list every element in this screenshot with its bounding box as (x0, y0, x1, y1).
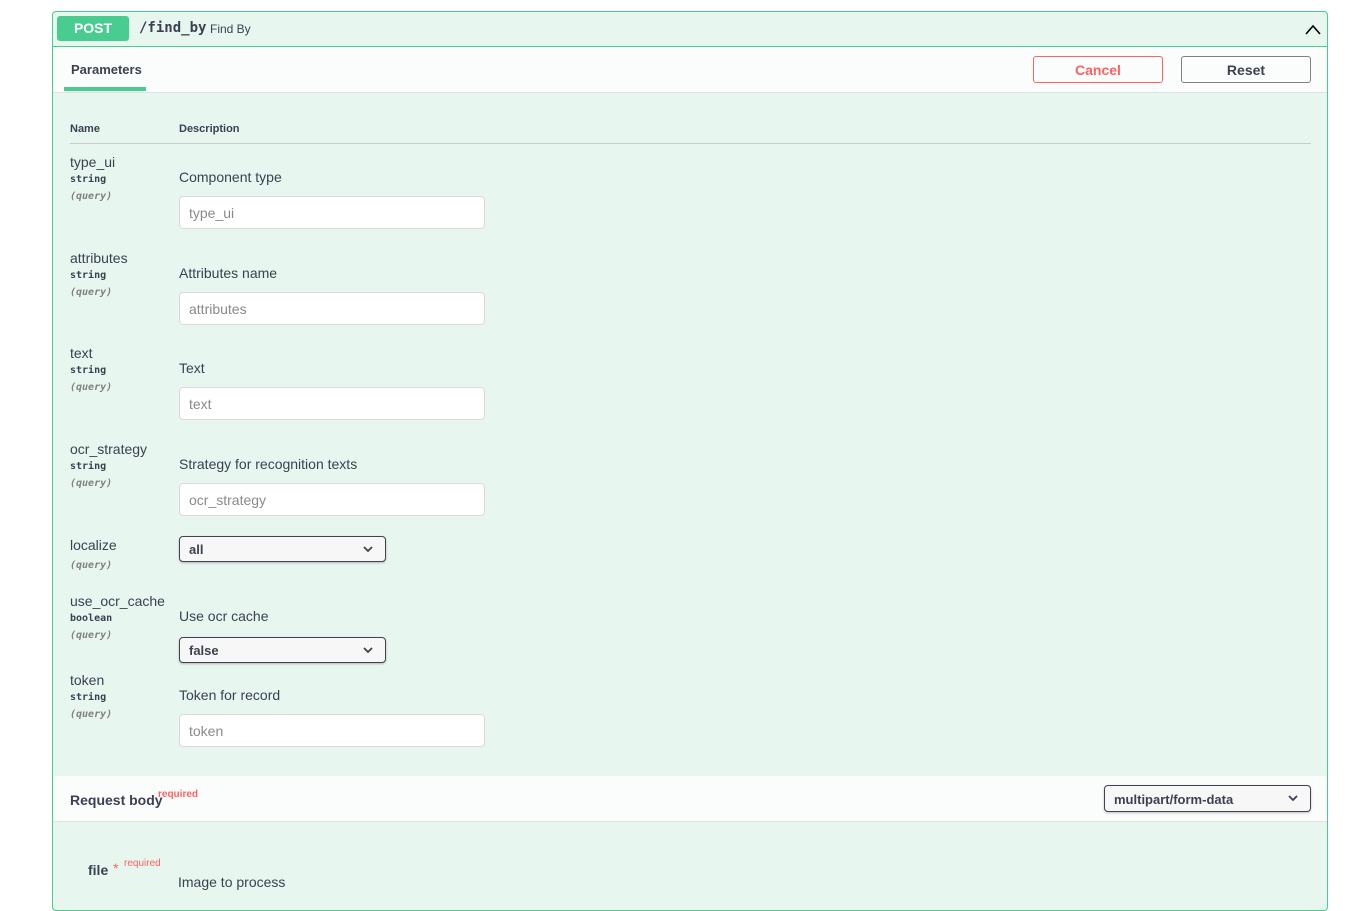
param-name: localize (70, 537, 117, 553)
param-name: use_ocr_cache (70, 593, 165, 609)
param-description: Text (179, 360, 205, 376)
param-type: string (70, 174, 107, 185)
operation-path: /find_by (139, 20, 207, 36)
chevron-down-icon (363, 647, 373, 654)
param-type: string (70, 692, 107, 703)
request-body-title: Request body required (70, 789, 198, 808)
param-description: Component type (179, 169, 282, 185)
method-badge: POST (57, 16, 129, 41)
column-header-description: Description (179, 123, 240, 135)
tab-parameters-label: Parameters (71, 62, 142, 77)
chevron-down-icon (363, 546, 373, 553)
param-location: (query) (70, 709, 113, 720)
content-type-selected-value: multipart/form-data (1114, 792, 1234, 807)
param-name: type_ui (70, 154, 116, 170)
param-type: string (70, 270, 107, 281)
param-name: token (70, 672, 105, 688)
localize-select[interactable]: all (179, 536, 386, 562)
param-description: Token for record (179, 687, 281, 703)
param-location: (query) (70, 287, 113, 298)
chevron-up-icon[interactable] (1303, 21, 1323, 39)
param-name: text (70, 345, 93, 361)
param-location: (query) (70, 560, 113, 571)
param-description: Strategy for recognition texts (179, 456, 358, 472)
required-star: * (113, 860, 119, 876)
text-input[interactable] (179, 387, 485, 420)
chevron-down-icon (1288, 795, 1298, 802)
operation-summary[interactable]: POST /find_by Find By (53, 12, 1327, 47)
required-label: required (158, 789, 199, 800)
operation-block-post-find-by: POST /find_by Find By Parameters Cancel … (52, 11, 1328, 911)
param-location: (query) (70, 630, 113, 641)
param-description: Use ocr cache (179, 608, 269, 624)
param-name: attributes (70, 250, 128, 266)
param-type: string (70, 461, 107, 472)
tab-parameters[interactable]: Parameters (64, 47, 146, 91)
reset-button[interactable]: Reset (1181, 56, 1311, 83)
operation-summary-text: Find By (210, 22, 251, 36)
cancel-button[interactable]: Cancel (1033, 56, 1163, 83)
type-ui-input[interactable] (179, 196, 485, 229)
param-location: (query) (70, 382, 113, 393)
param-location: (query) (70, 478, 113, 489)
param-description: Attributes name (179, 265, 278, 281)
request-body-title-text: Request body (70, 792, 163, 808)
ocr-strategy-input[interactable] (179, 483, 485, 516)
localize-selected-value: all (189, 542, 204, 557)
param-name: ocr_strategy (70, 441, 148, 457)
param-type: boolean (70, 613, 113, 624)
token-input[interactable] (179, 714, 485, 747)
use-ocr-cache-select[interactable]: false (179, 637, 386, 663)
column-header-name: Name (70, 123, 100, 135)
attributes-input[interactable] (179, 292, 485, 325)
parameters-section-header: Parameters Cancel Reset (53, 47, 1327, 93)
field-required-label: required (124, 858, 161, 869)
header-divider (70, 143, 1311, 144)
use-ocr-cache-selected-value: false (189, 643, 219, 658)
field-name: file (88, 862, 109, 878)
param-location: (query) (70, 191, 113, 202)
content-type-select[interactable]: multipart/form-data (1104, 785, 1311, 812)
param-type: string (70, 365, 107, 376)
request-body-header: Request body required multipart/form-dat… (53, 776, 1327, 822)
field-description: Image to process (178, 874, 286, 890)
